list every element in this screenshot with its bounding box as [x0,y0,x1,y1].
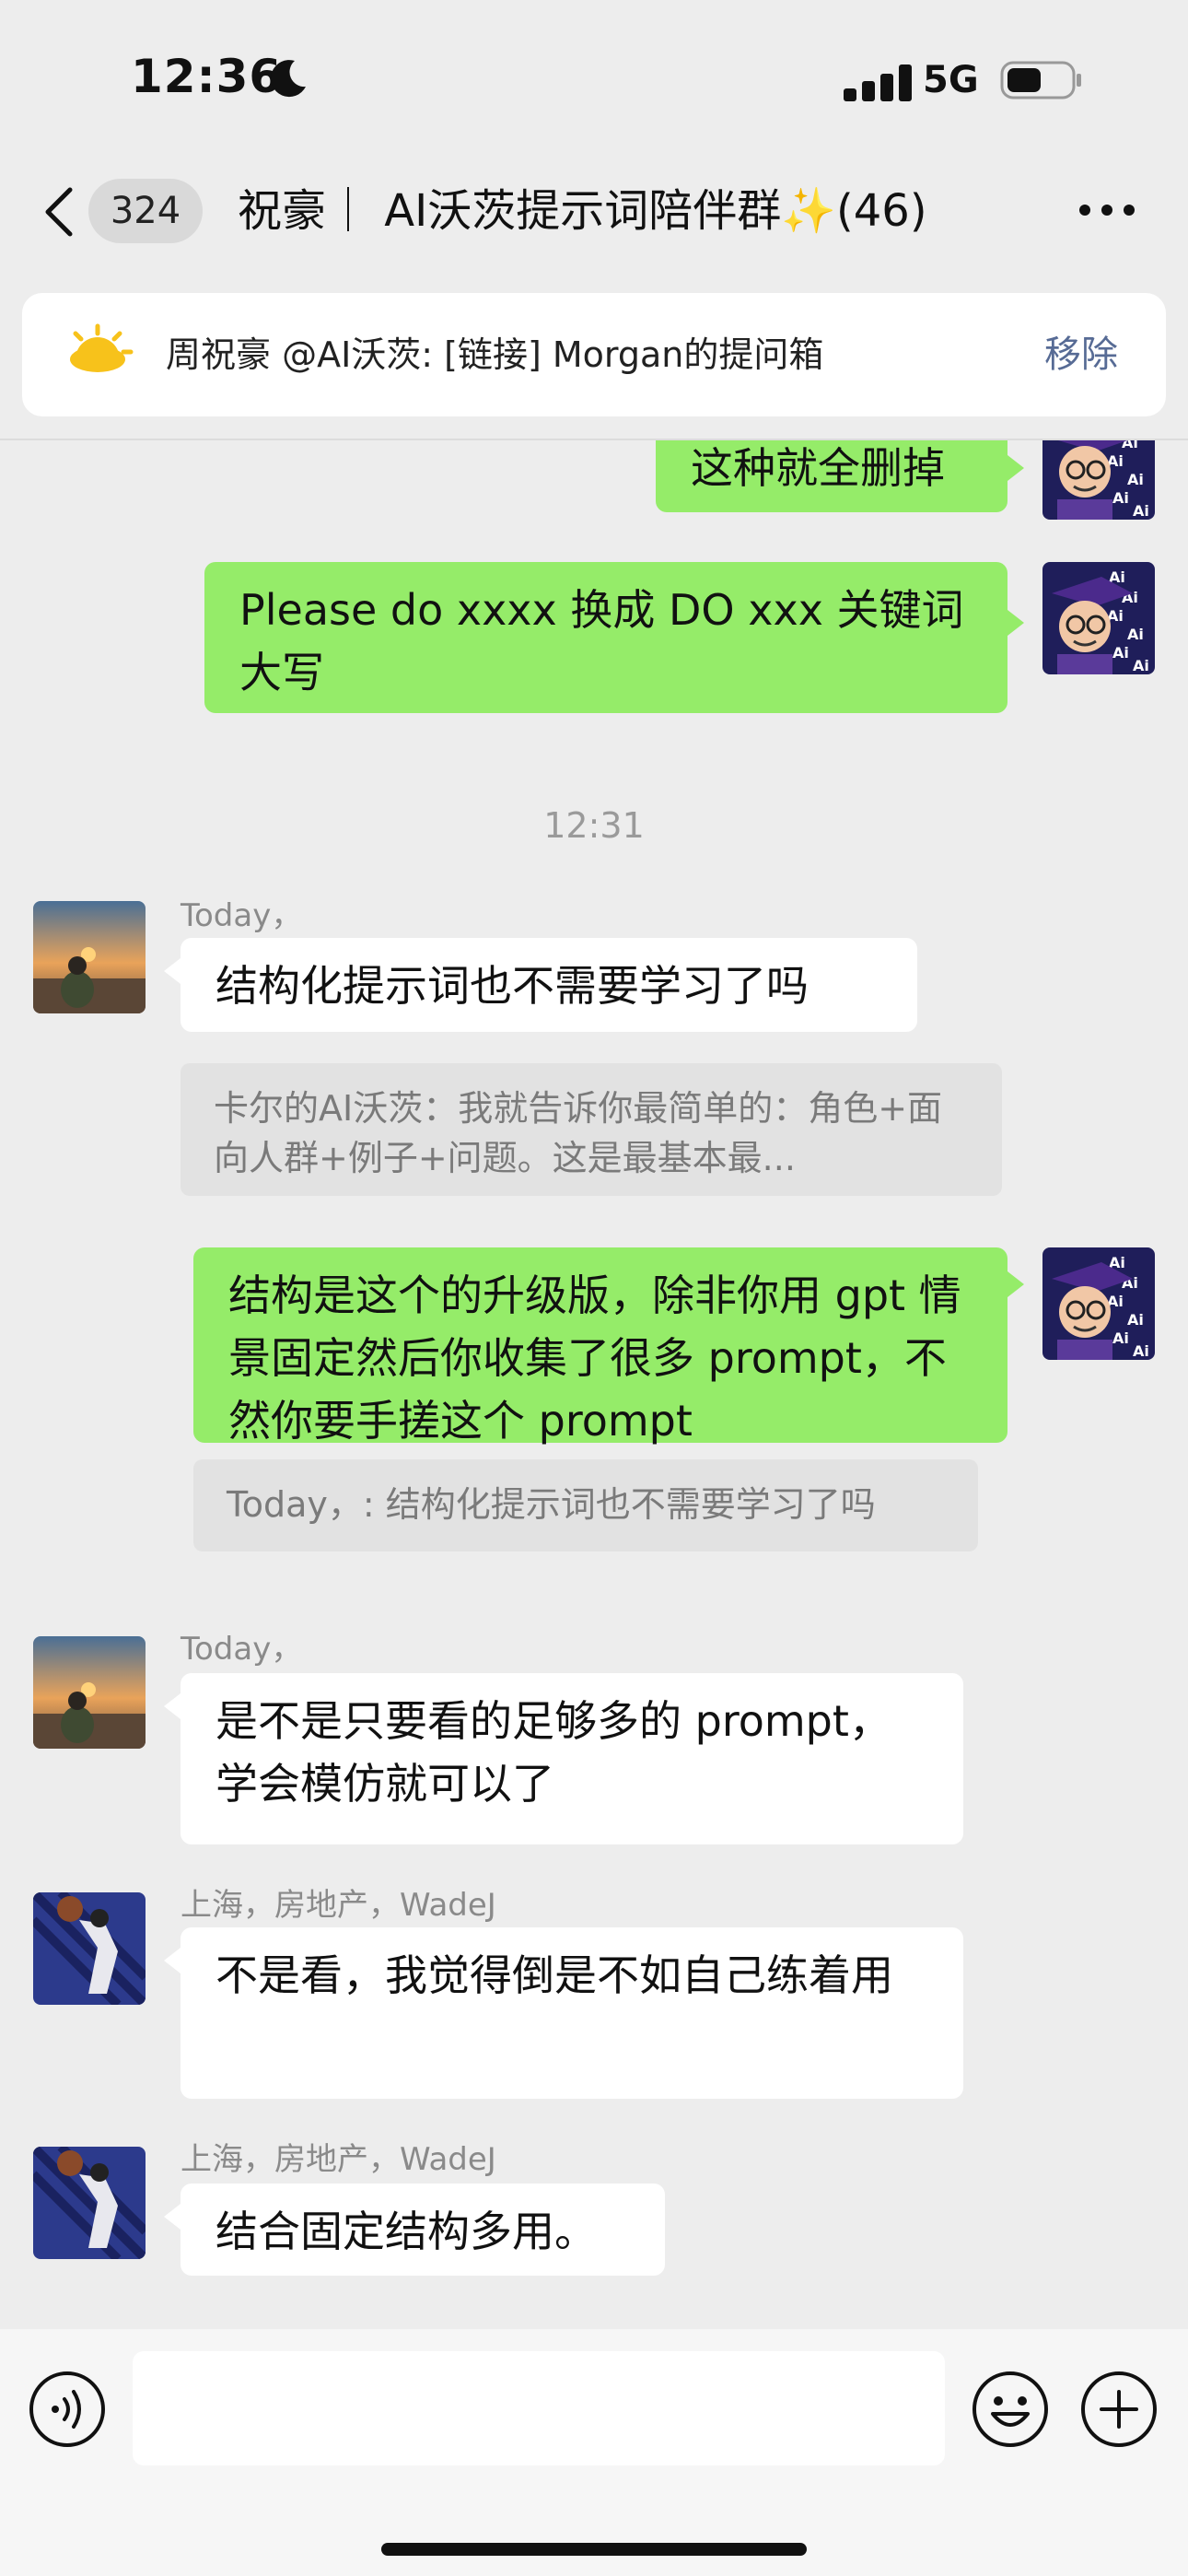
message-text: 结构是这个的升级版，除非你用 gpt 情景固定然后你收集了很多 prompt，不… [228,1270,961,1446]
sunset-avatar-icon [33,1636,146,1749]
message-bubble[interactable]: 是不是只要看的足够多的 prompt，学会模仿就可以了 [181,1673,963,1844]
sender-name: Today， [181,1631,303,1668]
bubble-tail [164,2204,181,2230]
plus-icon[interactable] [1079,2370,1159,2449]
emoji-icon[interactable] [971,2370,1050,2449]
bubble-tail [1007,1271,1024,1297]
bubble-tail [1007,455,1024,481]
quoted-message[interactable]: 卡尔的AI沃茨：我就告诉你最简单的：角色+面向人群+例子+问题。这是最基本最..… [181,1063,1002,1196]
sender-avatar[interactable] [33,1892,146,2005]
svg-text:Ai: Ai [1127,1311,1144,1329]
svg-text:Ai: Ai [1112,1329,1129,1347]
quote-text: 卡尔的AI沃茨：我就告诉你最简单的：角色+面向人群+例子+问题。这是最基本最..… [214,1088,943,1178]
message-bubble[interactable]: Please do xxxx 换成 DO xxx 关键词大写 [204,562,1007,713]
message-input[interactable] [133,2351,945,2465]
message-bubble[interactable]: 结合固定结构多用。 [181,2184,665,2276]
home-indicator [381,2543,807,2556]
bubble-tail [1007,610,1024,636]
sun-icon [64,323,134,387]
message-text: Please do xxxx 换成 DO xxx 关键词大写 [239,585,964,697]
pinned-notice[interactable]: 周祝豪 @AI沃茨: [链接] Morgan的提问箱 移除 [22,293,1166,416]
message-bubble[interactable]: 这种就全删掉 [656,440,1007,512]
time-separator: 12:31 [543,805,645,846]
voice-input-icon[interactable] [28,2370,107,2449]
svg-text:Ai: Ai [1133,502,1149,520]
svg-text:Ai: Ai [1133,657,1149,674]
sender-name: 上海，房地产，WadeJ [181,1887,496,1924]
svg-text:Ai: Ai [1127,471,1144,488]
sender-avatar[interactable] [33,1636,146,1749]
svg-text:Ai: Ai [1127,626,1144,643]
message-text: 结合固定结构多用。 [215,2207,597,2256]
moon-icon [271,60,306,98]
message-bubble[interactable]: 结构化提示词也不需要学习了吗 [181,938,917,1032]
network-label: 5G [923,59,979,101]
status-time: 12:36 [131,50,283,103]
unread-count-badge[interactable]: 324 [88,179,203,243]
svg-text:Ai: Ai [1112,644,1129,662]
message-bubble[interactable]: 结构是这个的升级版，除非你用 gpt 情景固定然后你收集了很多 prompt，不… [193,1247,1007,1446]
bubble-tail [164,1693,181,1719]
chat-title: 祝豪｜ AI沃茨提示词陪伴群✨(46) [238,185,927,237]
sender-avatar[interactable] [33,901,146,1013]
sunset-avatar-icon [33,901,146,1013]
basketball-avatar-icon [33,1892,146,2005]
input-bar [0,2329,1188,2576]
sender-avatar[interactable] [33,2147,146,2259]
message-text: 结构化提示词也不需要学习了吗 [215,961,809,1011]
notice-text: 周祝豪 @AI沃茨: [链接] Morgan的提问箱 [166,334,824,375]
self-avatar[interactable]: AiAiAiAiAiAi [1042,1247,1155,1360]
svg-text:Ai: Ai [1112,489,1129,507]
avatar-illustration-icon: AiAiAiAiAiAi [1042,562,1155,674]
avatar-illustration-icon: AiAiAiAiAiAi [1042,440,1155,520]
message-text: 不是看，我觉得倒是不如自己练着用 [215,1950,893,2000]
message-list[interactable]: 这种就全删掉 AiAiAiAiAiAi Please do xxxx 换成 DO… [0,440,1188,2329]
svg-text:Ai: Ai [1133,1342,1149,1360]
battery-icon [1000,61,1081,100]
signal-icon [844,64,912,101]
more-options-icon[interactable] [1077,199,1136,221]
message-text: 这种就全删掉 [691,443,945,493]
svg-text:Ai: Ai [1122,440,1138,451]
quote-text: Today，: 结构化提示词也不需要学习了吗 [227,1484,876,1525]
bubble-tail [164,958,181,984]
self-avatar[interactable]: AiAiAiAiAiAi [1042,562,1155,674]
avatar-illustration-icon: AiAiAiAiAiAi [1042,1247,1155,1360]
message-text: 是不是只要看的足够多的 prompt，学会模仿就可以了 [215,1696,891,1809]
chat-header: 324 祝豪｜ AI沃茨提示词陪伴群✨(46) [0,166,1188,254]
self-avatar[interactable]: AiAiAiAiAiAi [1042,440,1155,520]
sender-name: 上海，房地产，WadeJ [181,2141,496,2178]
sender-name: Today， [181,897,303,934]
status-bar: 12:36 5G [0,0,1188,157]
remove-notice-button[interactable]: 移除 [1044,293,1118,416]
basketball-avatar-icon [33,2147,146,2259]
message-bubble[interactable]: 不是看，我觉得倒是不如自己练着用 [181,1927,963,2099]
quoted-message[interactable]: Today，: 结构化提示词也不需要学习了吗 [193,1459,978,1551]
back-chevron-icon[interactable] [41,184,76,240]
bubble-tail [164,1948,181,1973]
